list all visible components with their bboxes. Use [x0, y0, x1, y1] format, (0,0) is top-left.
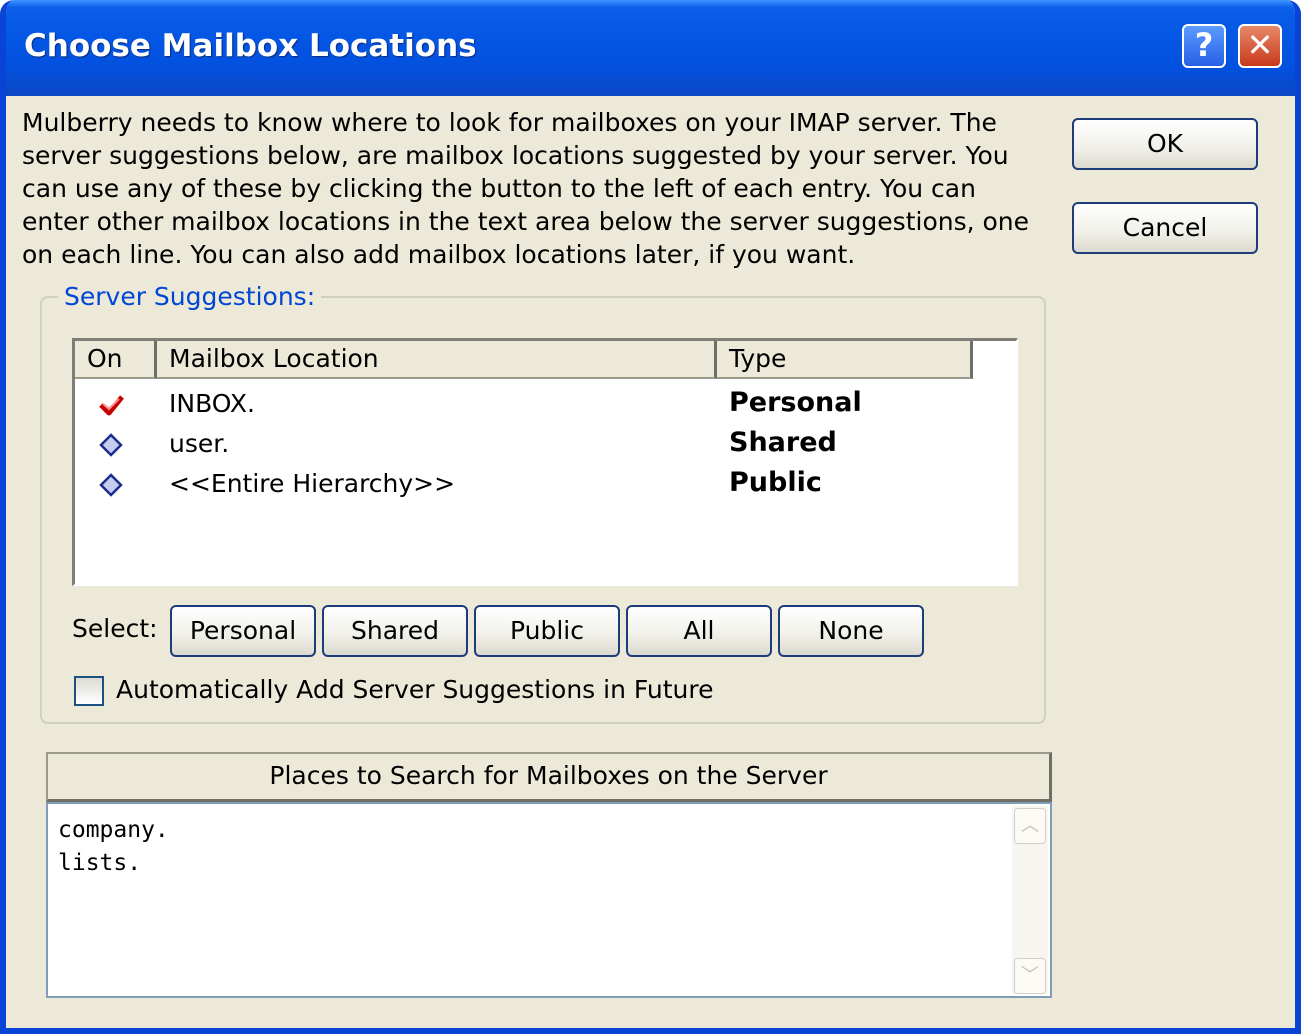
scroll-up-button[interactable]: ︿: [1014, 808, 1046, 844]
title-bar[interactable]: Choose Mailbox Locations ? ✕: [6, 0, 1295, 96]
places-line: lists.: [58, 850, 142, 876]
select-label: Select:: [72, 614, 158, 643]
close-icon: ✕: [1246, 26, 1274, 64]
select-all-button[interactable]: All: [626, 605, 772, 657]
mailbox-type: Shared: [729, 427, 837, 458]
help-button[interactable]: ?: [1182, 24, 1226, 68]
mailbox-location: <<Entire Hierarchy>>: [169, 469, 456, 498]
server-suggestions-label: Server Suggestions:: [58, 282, 322, 311]
mailbox-location: user.: [169, 429, 230, 458]
intro-text: Mulberry needs to know where to look for…: [22, 108, 1030, 269]
check-mark-icon[interactable]: [97, 391, 125, 419]
cancel-button[interactable]: Cancel: [1072, 202, 1258, 254]
mailbox-type: Personal: [729, 387, 862, 418]
column-header-on[interactable]: On: [75, 341, 157, 379]
chevron-up-icon: ︿: [1021, 815, 1039, 836]
places-header: Places to Search for Mailboxes on the Se…: [46, 752, 1052, 802]
select-shared-button[interactable]: Shared: [322, 605, 468, 657]
ok-button[interactable]: OK: [1072, 118, 1258, 170]
select-public-button[interactable]: Public: [474, 605, 620, 657]
list-item[interactable]: user. Shared: [75, 425, 1016, 465]
auto-add-checkbox[interactable]: [74, 676, 104, 706]
column-header-location[interactable]: Mailbox Location: [157, 341, 717, 379]
list-item[interactable]: <<Entire Hierarchy>> Public: [75, 465, 1016, 505]
auto-add-label[interactable]: Automatically Add Server Suggestions in …: [116, 675, 714, 704]
vertical-scrollbar[interactable]: ︿ ﹀: [1012, 806, 1048, 994]
mailbox-location: INBOX.: [169, 389, 255, 418]
suggestions-list[interactable]: On Mailbox Location Type INBOX. Personal…: [72, 338, 1018, 586]
scroll-down-button[interactable]: ﹀: [1014, 958, 1046, 994]
diamond-icon[interactable]: [97, 431, 125, 459]
dialog-title: Choose Mailbox Locations: [24, 28, 477, 64]
select-none-button[interactable]: None: [778, 605, 924, 657]
places-line: company.: [58, 817, 169, 843]
diamond-icon[interactable]: [97, 471, 125, 499]
places-textarea[interactable]: company. lists. ︿ ﹀: [46, 802, 1052, 998]
select-personal-button[interactable]: Personal: [170, 605, 316, 657]
places-text[interactable]: company. lists.: [58, 814, 169, 880]
list-item[interactable]: INBOX. Personal: [75, 385, 1016, 425]
column-header-type[interactable]: Type: [717, 341, 973, 379]
mailbox-type: Public: [729, 467, 822, 498]
question-icon: ?: [1194, 26, 1214, 64]
close-button[interactable]: ✕: [1238, 24, 1282, 68]
chevron-down-icon: ﹀: [1021, 965, 1039, 986]
